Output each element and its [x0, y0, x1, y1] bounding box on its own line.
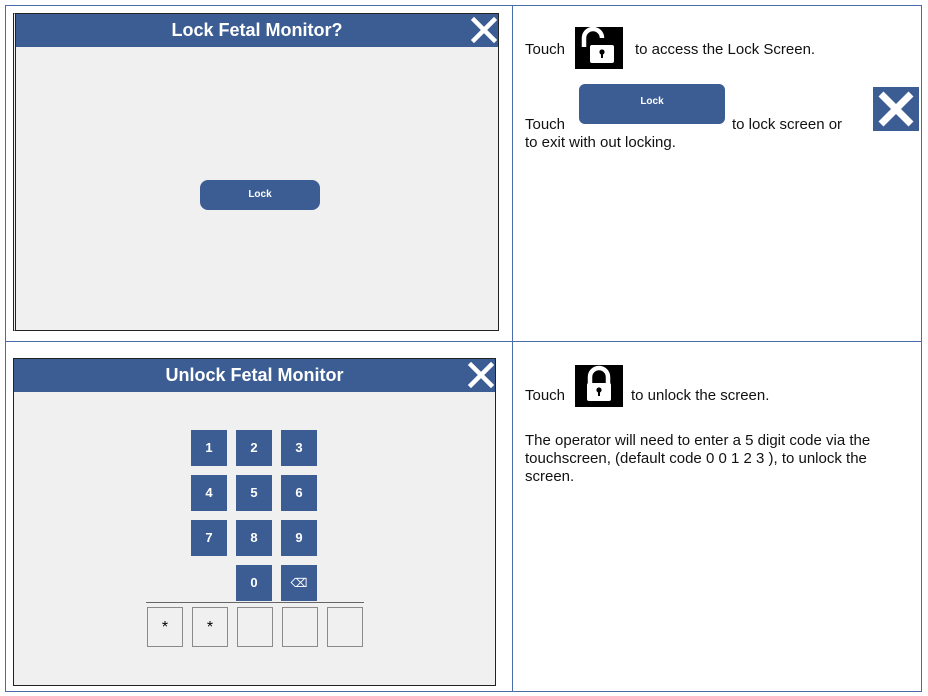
keypad-key-2[interactable]: 2 [236, 430, 272, 466]
locked-padlock-icon [575, 365, 623, 407]
code-entry-divider [146, 602, 364, 603]
column-divider [512, 5, 513, 692]
unlock-screen-panel: Unlock Fetal Monitor 1 2 3 4 5 6 7 8 9 0… [13, 358, 496, 686]
keypad-key-5[interactable]: 5 [236, 475, 272, 511]
instruction-code-paragraph: The operator will need to enter a 5 digi… [525, 432, 871, 485]
code-digit-2: * [192, 607, 228, 647]
keypad-key-1[interactable]: 1 [191, 430, 227, 466]
code-digit-4 [282, 607, 318, 647]
keypad-key-7[interactable]: 7 [191, 520, 227, 556]
instruction-touch-label: Touch [525, 116, 566, 133]
unlock-padlock-icon [575, 26, 623, 69]
inline-lock-button: Lock [579, 84, 725, 124]
code-digit-1: * [147, 607, 183, 647]
keypad-key-9[interactable]: 9 [281, 520, 317, 556]
row-divider [5, 341, 922, 342]
instruction-touch-label: Touch [525, 41, 566, 58]
keypad-key-4[interactable]: 4 [191, 475, 227, 511]
lock-screen-title: Lock Fetal Monitor? [16, 14, 498, 47]
code-digit-5 [327, 607, 363, 647]
instruction-lock-screen-text: to access the Lock Screen. [635, 41, 816, 58]
lock-button[interactable]: Lock [200, 180, 320, 210]
backspace-icon: ⌫ [290, 576, 308, 590]
keypad-key-3[interactable]: 3 [281, 430, 317, 466]
keypad-key-6[interactable]: 6 [281, 475, 317, 511]
instruction-touch-label: Touch [525, 387, 566, 404]
instruction-unlock-text: to unlock the screen. [631, 387, 770, 404]
keypad-key-8[interactable]: 8 [236, 520, 272, 556]
instruction-exit-text: to exit with out locking. [525, 134, 676, 151]
keypad-key-0[interactable]: 0 [236, 565, 272, 601]
close-icon[interactable] [471, 17, 497, 43]
code-digit-3 [237, 607, 273, 647]
lock-screen-panel: Lock Fetal Monitor? Lock [13, 13, 499, 331]
instruction-lock-or-text: to lock screen or [732, 116, 843, 133]
unlock-screen-title: Unlock Fetal Monitor [14, 359, 495, 392]
backspace-key[interactable]: ⌫ [281, 565, 317, 601]
close-icon[interactable] [468, 362, 494, 388]
inline-close-icon [873, 87, 919, 131]
